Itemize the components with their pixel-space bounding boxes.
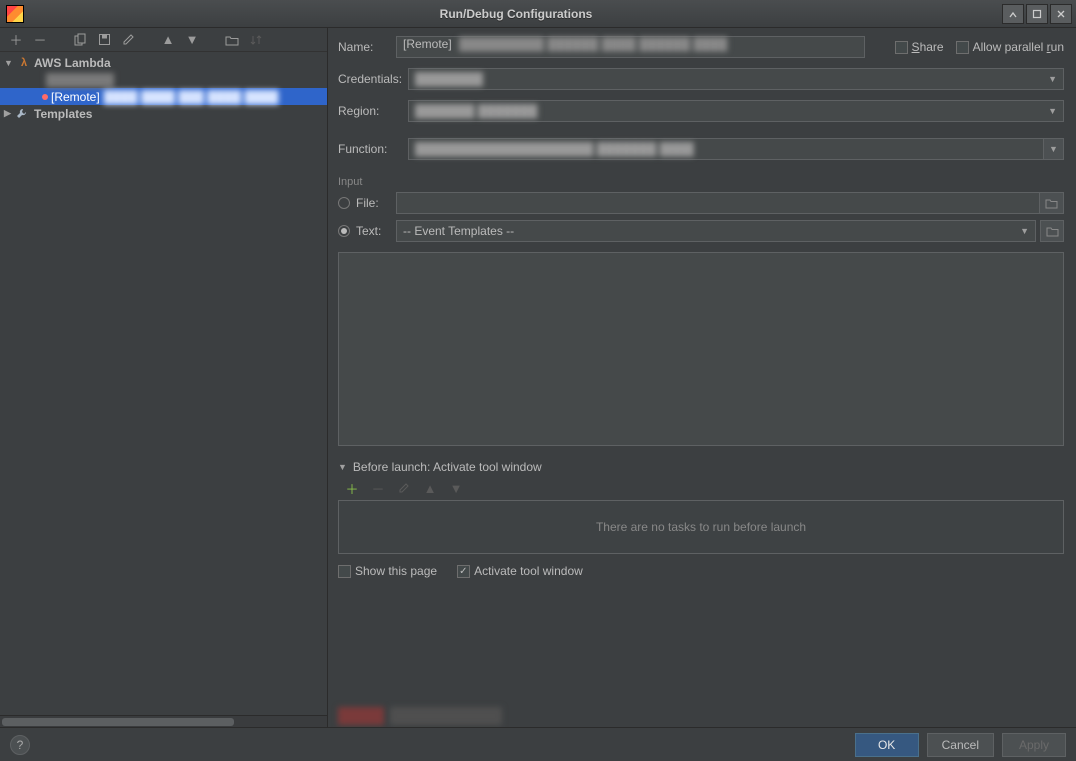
text-label: Text: <box>356 224 396 238</box>
cancel-button[interactable]: Cancel <box>927 733 994 757</box>
sort-icon <box>248 32 264 48</box>
remove-config-icon[interactable]: － <box>32 32 48 48</box>
region-dropdown[interactable]: ███████ ███████ ▼ <box>408 100 1064 122</box>
add-task-icon[interactable]: ＋ <box>344 480 360 496</box>
move-down-icon[interactable]: ▼ <box>184 32 200 48</box>
status-text <box>390 707 502 725</box>
move-up-icon[interactable]: ▲ <box>160 32 176 48</box>
expand-arrow-icon[interactable]: ▼ <box>4 58 16 68</box>
chevron-down-icon: ▼ <box>1048 106 1057 116</box>
tree-item[interactable]: ████████ <box>0 71 327 88</box>
file-radio[interactable] <box>338 197 350 209</box>
window-minimize-button[interactable] <box>1002 4 1024 24</box>
region-label: Region: <box>338 104 408 118</box>
share-checkbox[interactable]: Share <box>895 40 944 54</box>
function-dropdown[interactable]: █████████████████████ ███████ ████ <box>408 138 1044 160</box>
move-task-up-icon: ▲ <box>422 480 438 496</box>
titlebar: Run/Debug Configurations <box>0 0 1076 28</box>
collapse-arrow-icon: ▼ <box>338 462 347 472</box>
copy-config-icon[interactable] <box>72 32 88 48</box>
tree-item-prefix: [Remote] <box>51 90 100 104</box>
wrench-icon <box>16 108 32 120</box>
add-config-icon[interactable]: ＋ <box>8 32 24 48</box>
function-dropdown-caret[interactable]: ▼ <box>1044 138 1064 160</box>
chevron-down-icon: ▼ <box>1048 74 1057 84</box>
tree-group-label: AWS Lambda <box>34 56 111 70</box>
tree-item-remote[interactable]: [Remote] ████ ████ ███ ████ ████ <box>0 88 327 105</box>
no-tasks-text: There are no tasks to run before launch <box>596 520 806 534</box>
edit-defaults-icon[interactable] <box>120 32 136 48</box>
checkbox-icon <box>457 565 470 578</box>
file-path-input[interactable] <box>396 192 1040 214</box>
name-label: Name: <box>338 40 396 54</box>
window-close-button[interactable] <box>1050 4 1072 24</box>
window-title: Run/Debug Configurations <box>30 7 1002 21</box>
save-config-icon[interactable] <box>96 32 112 48</box>
remove-task-icon: － <box>370 480 386 496</box>
ok-button[interactable]: OK <box>855 733 919 757</box>
tree-item-label: ████ ████ ███ ████ ████ <box>104 90 279 104</box>
configuration-form: Name: [Remote] ██████████ ██████ ████ ██… <box>328 28 1076 727</box>
configurations-tree[interactable]: ▼ λ AWS Lambda ████████ [Remote] ████ ██… <box>0 52 327 715</box>
tree-group-label: Templates <box>34 107 92 121</box>
folder-icon <box>1045 198 1058 209</box>
chevron-down-icon: ▼ <box>1049 144 1058 154</box>
sidebar-scrollbar[interactable] <box>0 715 327 727</box>
tree-group-templates[interactable]: ▶ Templates <box>0 105 327 122</box>
credentials-dropdown[interactable]: ████████ ▼ <box>408 68 1064 90</box>
dialog-footer: ? OK Cancel Apply <box>0 727 1076 761</box>
file-label: File: <box>356 196 396 210</box>
status-strip <box>338 707 1064 727</box>
window-maximize-button[interactable] <box>1026 4 1048 24</box>
event-templates-dropdown[interactable]: -- Event Templates -- ▼ <box>396 220 1036 242</box>
checkbox-icon <box>956 41 969 54</box>
app-icon <box>6 5 24 23</box>
text-radio[interactable] <box>338 225 350 237</box>
help-button[interactable]: ? <box>10 735 30 755</box>
expand-arrow-icon[interactable]: ▶ <box>4 108 16 119</box>
sidebar-toolbar: ＋ － ▲ ▼ <box>0 28 327 52</box>
before-launch-header[interactable]: ▼ Before launch: Activate tool window <box>338 460 1064 474</box>
name-input[interactable]: [Remote] ██████████ ██████ ████ ██████ █… <box>396 36 865 58</box>
tree-item-label: ████████ <box>46 73 114 87</box>
before-launch-label: Before launch: Activate tool window <box>353 460 542 474</box>
error-indicator-icon <box>42 94 48 100</box>
function-label: Function: <box>338 142 408 156</box>
event-templates-browse-button[interactable] <box>1040 220 1064 242</box>
checkbox-icon <box>895 41 908 54</box>
show-this-page-checkbox[interactable]: Show this page <box>338 564 437 578</box>
folder-icon[interactable] <box>224 32 240 48</box>
file-browse-button[interactable] <box>1040 192 1064 214</box>
move-task-down-icon: ▼ <box>448 480 464 496</box>
edit-task-icon <box>396 480 412 496</box>
checkbox-icon <box>338 565 351 578</box>
before-launch-task-list[interactable]: There are no tasks to run before launch <box>338 500 1064 554</box>
folder-icon <box>1046 226 1059 237</box>
before-launch-toolbar: ＋ － ▲ ▼ <box>338 478 1064 500</box>
apply-button[interactable]: Apply <box>1002 733 1066 757</box>
activate-tool-window-checkbox[interactable]: Activate tool window <box>457 564 583 578</box>
lambda-icon: λ <box>16 57 32 69</box>
parallel-run-checkbox[interactable]: Allow parallel run <box>956 40 1064 54</box>
credentials-label: Credentials: <box>338 72 408 86</box>
input-text-area[interactable] <box>338 252 1064 446</box>
input-section-label: Input <box>338 176 1064 188</box>
status-error-indicator <box>338 707 384 725</box>
chevron-down-icon: ▼ <box>1020 226 1029 236</box>
configurations-sidebar: ＋ － ▲ ▼ ▼ λ <box>0 28 328 727</box>
tree-group-aws-lambda[interactable]: ▼ λ AWS Lambda <box>0 54 327 71</box>
